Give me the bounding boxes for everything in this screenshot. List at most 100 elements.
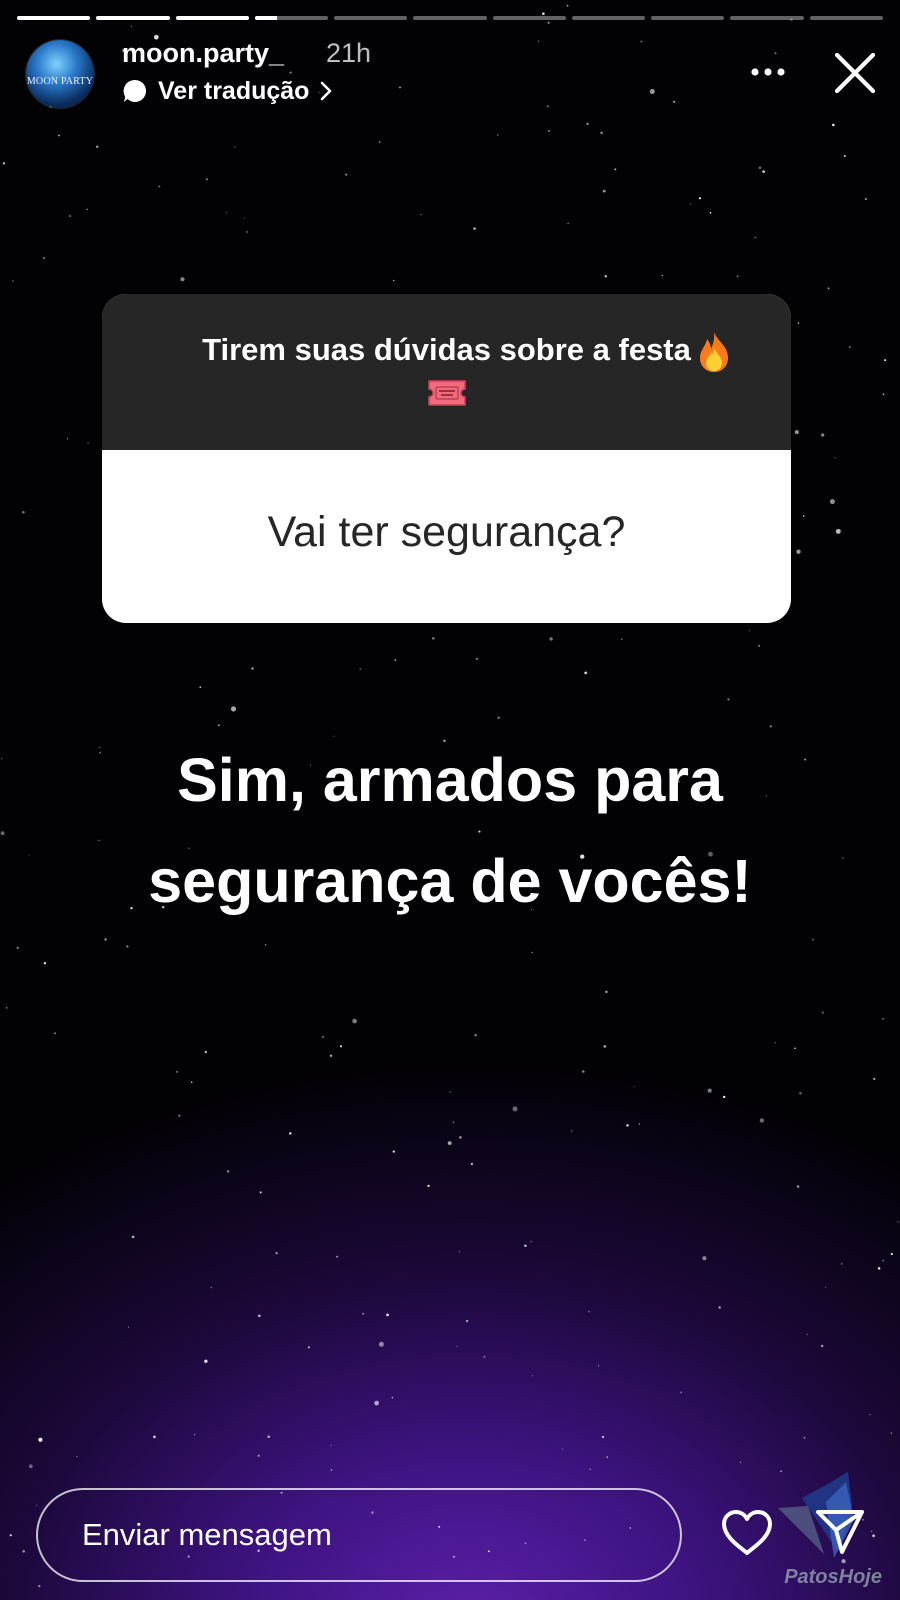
star-dot (606, 1456, 608, 1458)
star-dot (345, 173, 348, 176)
translate-label: Ver tradução (158, 76, 310, 105)
heart-icon[interactable] (720, 1508, 774, 1558)
star-dot (329, 1054, 333, 1057)
star-dot (649, 89, 655, 94)
star-dot (524, 1244, 527, 1247)
star-dot (16, 946, 19, 949)
message-input[interactable]: Enviar mensagem (36, 1488, 682, 1582)
question-prompt: Tirem suas dúvidas sobre a festa (202, 332, 691, 367)
more-horizontal-icon[interactable] (748, 55, 788, 89)
star-dot (234, 146, 236, 148)
star-dot (9, 1534, 12, 1537)
translate-link[interactable]: Ver tradução (122, 76, 333, 106)
star-dot (199, 686, 202, 689)
chevron-right-icon (321, 81, 332, 101)
star-dot (806, 1333, 808, 1336)
star-dot (882, 393, 885, 396)
star-dot (226, 212, 228, 214)
star-dot (600, 131, 603, 135)
close-icon[interactable] (832, 50, 878, 96)
star-dot (562, 1448, 564, 1450)
star-dot (456, 1345, 458, 1347)
star-dot (882, 1259, 885, 1262)
story-reply-text: Sim, armados para segurança de vocês! (0, 730, 900, 931)
watermark-text: PatosHoje (784, 1566, 882, 1588)
star-dot (470, 1162, 474, 1166)
reply-line-2: segurança de vocês! (148, 846, 752, 915)
star-dot (548, 130, 550, 132)
speech-bubble-icon (123, 79, 147, 102)
star-dot (267, 1435, 271, 1439)
paper-plane-icon[interactable] (814, 1506, 866, 1558)
star-dot (537, 40, 540, 42)
progress-fill (175, 16, 249, 20)
story-viewer[interactable]: MOON PARTY moon.party_ 21h Ver tradução … (0, 0, 900, 1600)
star-dot (180, 277, 185, 282)
progress-segment (651, 16, 725, 20)
star-dot (458, 1251, 460, 1253)
star-dot (289, 1132, 292, 1135)
star-dot (36, 1504, 38, 1506)
avatar[interactable]: MOON PARTY (26, 40, 94, 108)
star-dot (95, 145, 99, 149)
star-dot (465, 1319, 469, 1323)
star-dot (831, 123, 835, 127)
star-dot (571, 1130, 573, 1132)
star-dot (289, 71, 292, 74)
star-dot (483, 1355, 486, 1359)
star-dot (601, 1435, 605, 1439)
star-dot (5, 1007, 8, 1009)
star-dot (22, 511, 25, 514)
star-dot (264, 944, 267, 946)
star-dot (690, 203, 692, 205)
star-dot (840, 1263, 843, 1265)
star-dot (307, 1346, 310, 1349)
progress-segment (254, 16, 329, 20)
star-dot (680, 1391, 683, 1394)
star-dot (633, 1086, 635, 1088)
progress-fill (254, 16, 277, 20)
star-dot (476, 657, 478, 660)
username[interactable]: moon.party_ (122, 38, 284, 69)
star-dot (821, 433, 825, 437)
star-dot (843, 155, 846, 158)
star-dot (393, 279, 395, 282)
star-dot (76, 1455, 78, 1458)
star-dot (877, 1267, 881, 1270)
star-dot (206, 178, 208, 180)
star-dot (459, 1136, 462, 1139)
star-dot (890, 1432, 892, 1434)
star-dot (748, 630, 751, 632)
star-dot (321, 1036, 324, 1038)
star-dot (330, 1469, 333, 1471)
star-dot (218, 724, 220, 726)
star-dot (452, 1121, 455, 1123)
star-dot (604, 275, 607, 278)
star-dot (392, 1150, 395, 1153)
star-dot (158, 185, 161, 188)
star-dot (812, 938, 814, 941)
star-dot (359, 668, 362, 670)
star-dot (661, 274, 663, 277)
star-dot (821, 1011, 824, 1014)
progress-segment (571, 16, 646, 20)
star-dot (897, 1221, 899, 1223)
progress-segment (334, 16, 408, 20)
star-dot (12, 280, 14, 282)
star-dot (759, 1118, 765, 1123)
star-dot (797, 322, 800, 324)
star-dot (330, 1444, 332, 1446)
star-dot (864, 197, 868, 201)
star-dot (707, 1088, 712, 1093)
star-dot (257, 1454, 260, 1457)
star-dot (531, 951, 533, 954)
star-dot (193, 1434, 195, 1436)
star-dot (87, 442, 89, 444)
star-dot (362, 1312, 365, 1315)
question-answer: Vai ter segurança? (267, 508, 626, 556)
star-dot (243, 217, 246, 219)
question-sticker[interactable]: Tirem suas dúvidas sobre a festa Vai ter… (102, 294, 791, 623)
star-dot (796, 549, 801, 554)
progress-segment (809, 16, 883, 20)
star-dot (586, 122, 589, 126)
